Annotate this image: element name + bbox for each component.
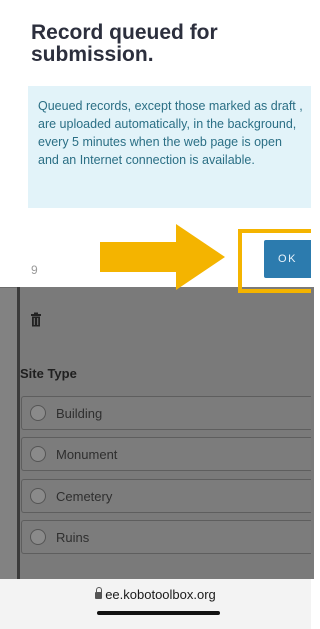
browser-address-bar[interactable]: ee.kobotoolbox.org: [0, 579, 311, 629]
option-cemetery[interactable]: Cemetery: [21, 479, 311, 513]
option-ruins[interactable]: Ruins: [21, 520, 311, 554]
site-type-label: Site Type: [20, 366, 77, 381]
radio-icon[interactable]: [30, 488, 46, 504]
radio-icon[interactable]: [30, 446, 46, 462]
form-background: Site Type Building Monument Cemetery Rui…: [0, 287, 314, 579]
radio-icon[interactable]: [30, 529, 46, 545]
footer-number: 9: [31, 263, 38, 277]
url-text[interactable]: ee.kobotoolbox.org: [105, 587, 216, 602]
option-monument[interactable]: Monument: [21, 437, 311, 471]
info-notice: Queued records, except those marked as d…: [28, 86, 311, 208]
url-row[interactable]: ee.kobotoolbox.org: [0, 587, 311, 602]
home-indicator[interactable]: [97, 611, 220, 615]
queued-dialog: Record queued for submission. Queued rec…: [0, 0, 311, 293]
trash-icon[interactable]: [28, 312, 44, 328]
option-label: Monument: [56, 447, 118, 462]
lock-icon: [95, 587, 103, 599]
ok-button[interactable]: OK: [264, 240, 311, 278]
option-label: Ruins: [56, 530, 90, 545]
dialog-title: Record queued for submission.: [31, 21, 218, 66]
radio-icon[interactable]: [30, 405, 46, 421]
option-label: Building: [56, 406, 103, 421]
option-building[interactable]: Building: [21, 396, 311, 430]
arrow-right-icon: [100, 224, 225, 290]
option-label: Cemetery: [56, 489, 113, 504]
